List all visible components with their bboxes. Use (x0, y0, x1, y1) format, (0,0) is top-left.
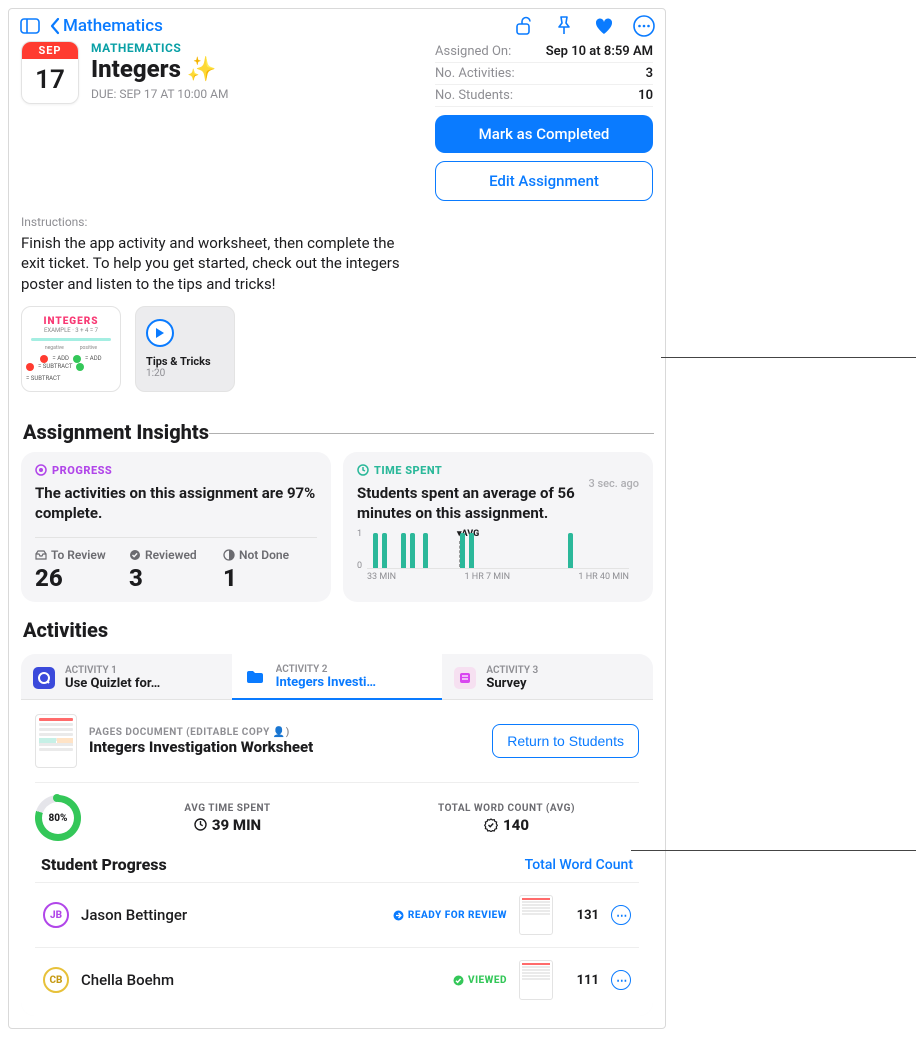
status-check-icon (453, 975, 464, 986)
activity-tabs: ACTIVITY 1 Use Quizlet for… ACTIVITY 2 I… (21, 654, 653, 700)
attachment-poster[interactable]: INTEGERS EXAMPLE · 3 + 4 = 7 negativepos… (21, 306, 121, 392)
instructions-text: Finish the app activity and worksheet, t… (21, 233, 421, 294)
student-name: Chella Boehm (81, 971, 441, 989)
back-label: Mathematics (63, 16, 163, 36)
students-count-row: No. Students: 10 (435, 85, 653, 107)
due-date: DUE: SEP 17 AT 10:00 AM (91, 87, 228, 101)
stat-reviewed: Reviewed 3 (129, 548, 223, 592)
document-type: PAGES DOCUMENT (EDITABLE COPY 👤) (89, 727, 480, 738)
avatar: CB (43, 967, 69, 993)
completion-donut: 80% (35, 795, 81, 841)
callout-line (661, 357, 916, 358)
attachment-audio[interactable]: Tips & Tricks 1:20 (135, 306, 235, 392)
insights-row: PROGRESS The activities on this assignme… (9, 452, 665, 603)
student-word-count: 131 (565, 908, 599, 923)
student-more-button[interactable]: ⋯ (611, 905, 631, 925)
sparkles-icon: ✨ (187, 55, 217, 83)
avatar: JB (43, 902, 69, 928)
half-circle-icon (223, 549, 235, 561)
student-name: Jason Bettinger (81, 906, 381, 924)
assignment-title: Integers ✨ (91, 55, 228, 83)
assigned-on-row: Assigned On: Sep 10 at 8:59 AM (435, 41, 653, 63)
student-row[interactable]: CB Chella Boehm VIEWED 111 ⋯ (35, 947, 639, 1002)
clock-icon (357, 464, 369, 476)
pin-icon[interactable] (553, 15, 575, 37)
student-status: VIEWED (453, 975, 507, 986)
survey-icon (454, 667, 476, 689)
student-more-button[interactable]: ⋯ (611, 970, 631, 990)
unlock-icon[interactable] (513, 15, 535, 37)
more-icon[interactable] (633, 15, 655, 37)
top-nav: Mathematics (9, 9, 665, 41)
tab-activity-1[interactable]: ACTIVITY 1 Use Quizlet for… (21, 654, 232, 700)
poster-title: INTEGERS (43, 316, 98, 327)
activities-count-row: No. Activities: 3 (435, 63, 653, 85)
check-circle-icon (129, 549, 141, 561)
attachment-duration: 1:20 (146, 368, 165, 379)
clock-icon (194, 818, 207, 831)
activities-heading: Activities (9, 602, 665, 650)
avg-time-block: AVG TIME SPENT 39 MIN (95, 803, 360, 834)
folder-icon (244, 666, 266, 688)
play-icon (146, 319, 174, 347)
student-progress-heading: Student Progress (41, 855, 167, 874)
time-chart: 1 0 ▾AVG 33 MIN 1 (357, 529, 639, 581)
progress-summary: The activities on this assignment are 97… (35, 483, 317, 524)
word-count-block: TOTAL WORD COUNT (AVG) 140 (374, 803, 639, 834)
back-button[interactable]: Mathematics (49, 16, 163, 36)
time-spent-card[interactable]: TIME SPENT 3 sec. ago Students spent an … (343, 452, 653, 603)
work-thumbnail[interactable] (519, 960, 553, 1000)
time-updated: 3 sec. ago (589, 477, 639, 490)
tab-activity-3[interactable]: ACTIVITY 3 Survey (442, 654, 653, 700)
status-dot-icon (393, 910, 404, 921)
insights-heading: Assignment Insights (9, 404, 665, 452)
badge-icon (484, 818, 498, 832)
time-label: TIME SPENT (357, 464, 639, 477)
quizlet-icon (33, 667, 55, 689)
mark-completed-button[interactable]: Mark as Completed (435, 115, 653, 153)
student-status: READY FOR REVIEW (393, 910, 507, 921)
progress-card[interactable]: PROGRESS The activities on this assignme… (21, 452, 331, 603)
chevron-left-icon (49, 17, 61, 35)
inbox-icon (35, 550, 47, 560)
assignment-header: SEP 17 MATHEMATICS Integers ✨ DUE: SEP 1… (9, 41, 665, 207)
subject-label: MATHEMATICS (91, 41, 228, 55)
sidebar-toggle-icon[interactable] (19, 15, 41, 37)
student-row[interactable]: JB Jason Bettinger READY FOR REVIEW 131 … (35, 882, 639, 947)
calendar-month: SEP (22, 42, 78, 59)
total-word-count-link[interactable]: Total Word Count (525, 857, 633, 873)
calendar-day: 17 (22, 59, 78, 103)
target-icon (35, 464, 47, 476)
work-thumbnail[interactable] (519, 895, 553, 935)
favorite-icon[interactable] (593, 15, 615, 37)
return-to-students-button[interactable]: Return to Students (492, 724, 639, 758)
attachment-title: Tips & Tricks (146, 355, 211, 368)
document-thumbnail[interactable] (35, 714, 77, 768)
document-title: Integers Investigation Worksheet (89, 738, 480, 756)
instructions-section: Instructions: Finish the app activity an… (9, 207, 665, 294)
stat-not-done: Not Done 1 (223, 548, 317, 592)
callout-line (631, 850, 916, 851)
student-word-count: 111 (565, 973, 599, 988)
edit-assignment-button[interactable]: Edit Assignment (435, 161, 653, 201)
attachments-row: INTEGERS EXAMPLE · 3 + 4 = 7 negativepos… (9, 294, 665, 404)
progress-label: PROGRESS (35, 464, 317, 477)
activity-body: PAGES DOCUMENT (EDITABLE COPY 👤) Integer… (21, 700, 653, 1016)
stat-to-review: To Review 26 (35, 548, 129, 592)
tab-activity-2[interactable]: ACTIVITY 2 Integers Investi… (232, 654, 443, 700)
app-window: Mathematics SEP 17 MATHEMA (8, 8, 666, 1029)
calendar-card: SEP 17 (21, 41, 79, 104)
instructions-label: Instructions: (21, 215, 653, 229)
